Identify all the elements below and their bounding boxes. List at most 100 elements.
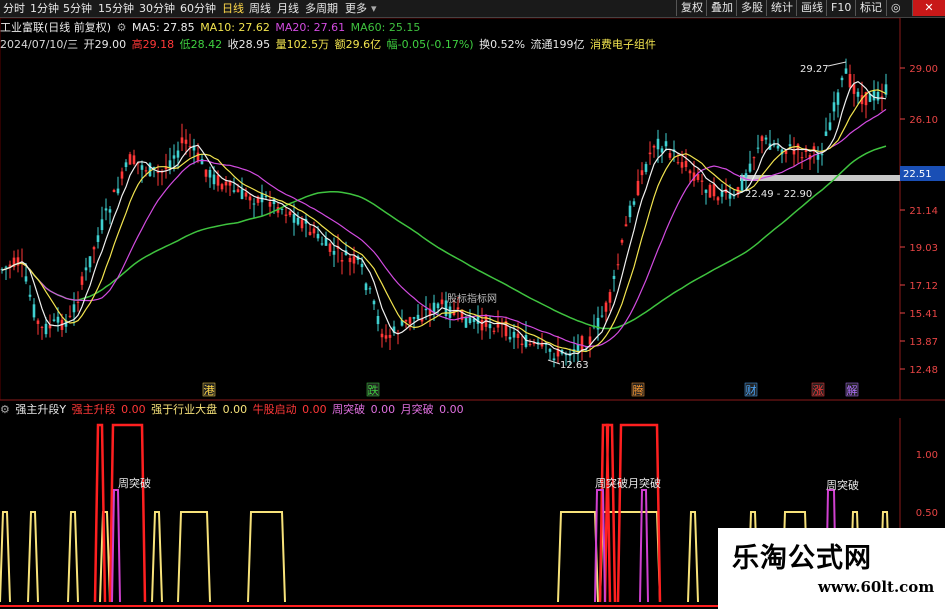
signal-magenta-step [639, 489, 649, 603]
candle-body [204, 169, 208, 177]
candle-body [312, 228, 316, 234]
chart-canvas[interactable]: 29.0026.1023.4921.1419.0317.1215.4113.87… [0, 0, 945, 609]
candle-body [764, 137, 768, 140]
candle-body [124, 162, 128, 168]
candle-body [744, 173, 748, 178]
event-marker-label: 财 [746, 383, 757, 397]
price-axis-label: 13.87 [909, 337, 938, 348]
sub-axis-label: 0.50 [916, 508, 938, 519]
ma10-line [1, 89, 887, 353]
candle-body [216, 175, 220, 186]
f10-button[interactable]: F10 [826, 0, 855, 16]
draw-line-button[interactable]: 画线 [796, 0, 827, 16]
tab-15min[interactable]: 15分钟 [98, 1, 134, 16]
candle-body [268, 201, 272, 207]
candle-body [788, 144, 792, 147]
watermark-title: 乐淘公式网 [732, 543, 872, 574]
adjust-button[interactable]: 复权 [676, 0, 707, 16]
tab-60min[interactable]: 60分钟 [180, 1, 216, 16]
candle-body [384, 335, 388, 339]
candle-body [520, 343, 524, 346]
mark-button[interactable]: 标记 [855, 0, 886, 16]
candle-body [340, 260, 344, 262]
signal-yellow-step [247, 511, 286, 603]
signal-yellow-step [177, 511, 211, 603]
tab-monthly[interactable]: 月线 [277, 1, 299, 16]
candle-body [48, 325, 52, 329]
ma60-value: MA60: 25.15 [350, 21, 421, 34]
event-marker-label: 港 [204, 384, 215, 397]
candle-body [296, 217, 300, 225]
ma20-line [1, 108, 887, 348]
settings-gear-icon[interactable]: ⚙ [117, 21, 127, 34]
tab-timeshare[interactable]: 分时 [3, 1, 25, 16]
close-icon[interactable]: ✕ [912, 0, 945, 16]
candle-body [488, 324, 492, 329]
candle-body [756, 147, 760, 149]
candle-body [408, 317, 412, 324]
stronger-than-market-value: 0.00 [222, 403, 248, 416]
tab-1min[interactable]: 1分钟 [30, 1, 59, 16]
sub-settings-icon[interactable]: ⚙ [0, 403, 10, 416]
candle-body [232, 190, 236, 192]
candle-body [528, 344, 532, 346]
candle-body [200, 159, 204, 165]
tab-multi-period[interactable]: 多周期 [305, 1, 338, 16]
candle-body [656, 138, 660, 150]
candle-body [292, 214, 296, 223]
candle-body [76, 301, 80, 303]
overlay-button[interactable]: 叠加 [706, 0, 737, 16]
candle-body [324, 238, 328, 246]
candle-body [644, 164, 648, 172]
candle-body [84, 267, 88, 271]
candle-body [348, 257, 352, 263]
settings-icon[interactable]: ◎ [886, 0, 905, 16]
tab-30min[interactable]: 30分钟 [139, 1, 175, 16]
candle-body [240, 189, 244, 199]
week-breakout-marker-2: 周突破 [826, 478, 859, 492]
stronger-than-market-label: 强于行业大盘 [151, 403, 218, 416]
candle-body [108, 209, 112, 213]
candle-body [708, 184, 712, 198]
candle-body [404, 319, 408, 322]
statistics-button[interactable]: 统计 [766, 0, 797, 16]
candle-body [608, 292, 612, 303]
event-marker-label: 腾 [633, 383, 644, 397]
candle-body [320, 243, 324, 245]
main-panel-border [0, 17, 901, 401]
multi-stock-button[interactable]: 多股 [736, 0, 767, 16]
low-value: 低28.42 [179, 38, 223, 51]
candle-body [712, 183, 716, 197]
tab-daily[interactable]: 日线 [222, 1, 244, 16]
bull-start-value: 0.00 [302, 403, 327, 416]
candle-body [112, 189, 116, 193]
candle-body [508, 336, 512, 340]
candle-body [184, 139, 188, 144]
tab-weekly[interactable]: 周线 [249, 1, 271, 16]
signal-red-step [603, 423, 612, 603]
candle-body [372, 300, 376, 305]
candle-body [72, 304, 76, 313]
candle-body [668, 153, 672, 158]
ma-info-line: 工业富联(日线 前复权) ⚙ MA5: 27.85 MA10: 27.62 MA… [0, 19, 422, 36]
candle-body [828, 122, 832, 130]
candle-body [728, 193, 732, 199]
candle-body [244, 192, 248, 197]
candle-body [648, 152, 652, 155]
candle-body [760, 136, 764, 142]
tab-5min[interactable]: 5分钟 [63, 1, 92, 16]
watermark-url: www.60lt.com [818, 578, 935, 596]
tab-more[interactable]: 更多 [345, 1, 367, 16]
candle-body [156, 172, 160, 174]
change-value: 幅-0.05(-0.17%) [386, 38, 474, 51]
sub-axis-label: 1.00 [916, 450, 938, 461]
candle-body [516, 333, 520, 338]
candle-body [40, 326, 44, 328]
candle-body [32, 304, 36, 318]
sub-indicator-name[interactable]: 强主升段Y [15, 403, 66, 416]
price-axis-label: 19.03 [909, 243, 938, 254]
candle-body [52, 319, 56, 321]
signal-red-step [616, 423, 662, 603]
price-axis-label: 26.10 [909, 115, 938, 126]
more-dropdown-icon[interactable]: ▾ [371, 1, 377, 16]
